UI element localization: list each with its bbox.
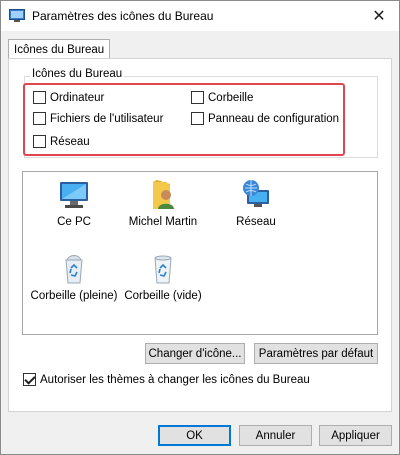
- close-icon: ✕: [372, 8, 386, 25]
- list-item-network[interactable]: Réseau: [216, 178, 296, 228]
- group-legend: Icônes du Bureau: [30, 68, 125, 80]
- list-item-this-pc[interactable]: Ce PC: [34, 178, 114, 228]
- red-highlight-annotation: [23, 83, 345, 156]
- button-label: Changer d'icône...: [148, 347, 242, 360]
- close-button[interactable]: ✕: [359, 1, 399, 31]
- button-label: Paramètres par défaut: [258, 347, 374, 360]
- user-folder-icon: [153, 180, 174, 209]
- recycle-bin-empty-icon: [154, 255, 172, 284]
- ok-button[interactable]: OK: [158, 425, 231, 446]
- icon-label: Réseau: [236, 216, 276, 228]
- apply-button[interactable]: Appliquer: [319, 425, 392, 446]
- icon-label: Corbeille (vide): [124, 290, 202, 302]
- list-item-recycle-full[interactable]: Corbeille (pleine): [29, 252, 119, 302]
- button-label: OK: [186, 429, 203, 442]
- checkbox-label: Autoriser les thèmes à changer les icône…: [40, 373, 310, 386]
- list-item-user-folder[interactable]: Michel Martin: [123, 178, 203, 228]
- dialog-window: Paramètres des icônes du Bureau ✕ Icônes…: [0, 0, 400, 455]
- tab-desktop-icons[interactable]: Icônes du Bureau: [8, 39, 111, 59]
- icon-list-view[interactable]: Ce PC Michel Martin Réseau Corbeille (pl…: [22, 171, 378, 335]
- restore-default-button[interactable]: Paramètres par défaut: [254, 343, 378, 364]
- button-label: Appliquer: [331, 429, 380, 442]
- recycle-bin-full-icon: [65, 255, 83, 284]
- desktop-settings-icon: [9, 9, 25, 22]
- network-icon: [243, 180, 269, 207]
- tab-label: Icônes du Bureau: [14, 43, 105, 56]
- title-bar[interactable]: Paramètres des icônes du Bureau ✕: [1, 1, 399, 31]
- list-item-recycle-empty[interactable]: Corbeille (vide): [118, 252, 208, 302]
- icon-label: Michel Martin: [128, 216, 198, 228]
- checkbox-box-checked[interactable]: [23, 373, 36, 386]
- computer-icon: [60, 182, 88, 208]
- window-title: Paramètres des icônes du Bureau: [32, 9, 214, 23]
- button-label: Annuler: [255, 429, 296, 442]
- icon-label: Corbeille (pleine): [30, 290, 118, 302]
- cancel-button[interactable]: Annuler: [239, 425, 312, 446]
- change-icon-button[interactable]: Changer d'icône...: [145, 343, 245, 364]
- icon-label: Ce PC: [57, 216, 91, 228]
- allow-themes-checkbox[interactable]: Autoriser les thèmes à changer les icône…: [23, 373, 310, 386]
